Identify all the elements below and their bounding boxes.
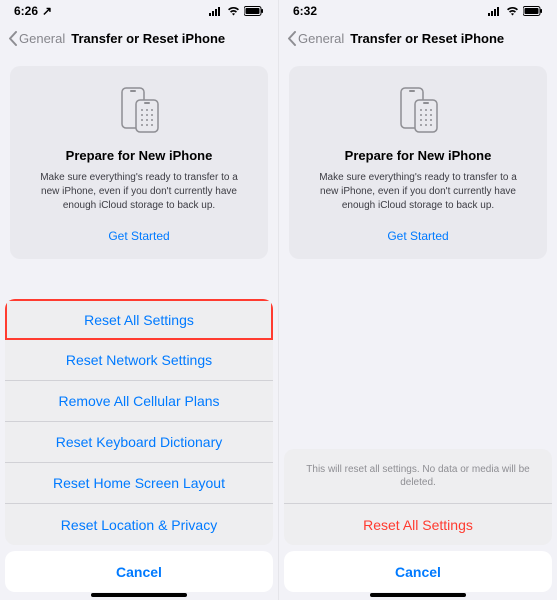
card-title: Prepare for New iPhone <box>24 148 254 163</box>
prepare-card: Prepare for New iPhone Make sure everyth… <box>289 66 547 259</box>
action-sheet: Reset All Settings Reset Network Setting… <box>5 299 273 592</box>
reset-location-option[interactable]: Reset Location & Privacy <box>5 504 273 545</box>
transfer-icon <box>303 86 533 134</box>
transfer-icon <box>24 86 254 134</box>
status-bar: 6:26 ↗ <box>0 0 278 22</box>
confirm-sheet: This will reset all settings. No data or… <box>284 449 552 592</box>
get-started-link[interactable]: Get Started <box>303 229 533 243</box>
home-indicator[interactable] <box>91 593 187 597</box>
signal-icon <box>488 6 502 16</box>
sheet-message: This will reset all settings. No data or… <box>284 449 552 504</box>
reset-all-settings-option[interactable]: Reset All Settings <box>5 299 273 340</box>
sheet-options: This will reset all settings. No data or… <box>284 449 552 545</box>
status-bar: 6:32 <box>279 0 557 22</box>
reset-network-option[interactable]: Reset Network Settings <box>5 340 273 381</box>
card-body: Make sure everything's ready to transfer… <box>24 171 254 213</box>
location-icon: ↗ <box>42 4 52 18</box>
back-label: General <box>19 31 65 46</box>
back-button[interactable]: General <box>287 31 344 46</box>
cancel-button[interactable]: Cancel <box>284 551 552 592</box>
sheet-options: Reset All Settings Reset Network Setting… <box>5 299 273 545</box>
cancel-button[interactable]: Cancel <box>5 551 273 592</box>
screenshot-right: 6:32 General Transfer or Reset iPhone <box>279 0 557 600</box>
prepare-card: Prepare for New iPhone Make sure everyth… <box>10 66 268 259</box>
wifi-icon <box>227 6 240 16</box>
nav-bar: General Transfer or Reset iPhone <box>279 22 557 54</box>
battery-icon <box>523 6 543 16</box>
remove-cellular-option[interactable]: Remove All Cellular Plans <box>5 381 273 422</box>
chevron-left-icon <box>8 31 17 46</box>
reset-keyboard-option[interactable]: Reset Keyboard Dictionary <box>5 422 273 463</box>
battery-icon <box>244 6 264 16</box>
reset-all-confirm-button[interactable]: Reset All Settings <box>284 504 552 545</box>
reset-homescreen-option[interactable]: Reset Home Screen Layout <box>5 463 273 504</box>
back-button[interactable]: General <box>8 31 65 46</box>
get-started-link[interactable]: Get Started <box>24 229 254 243</box>
wifi-icon <box>506 6 519 16</box>
card-body: Make sure everything's ready to transfer… <box>303 171 533 213</box>
back-label: General <box>298 31 344 46</box>
status-indicators <box>209 6 264 16</box>
page-title: Transfer or Reset iPhone <box>71 31 225 46</box>
card-title: Prepare for New iPhone <box>303 148 533 163</box>
signal-icon <box>209 6 223 16</box>
chevron-left-icon <box>287 31 296 46</box>
status-time: 6:32 <box>293 4 317 18</box>
status-time: 6:26 <box>14 4 38 18</box>
home-indicator[interactable] <box>370 593 466 597</box>
nav-bar: General Transfer or Reset iPhone <box>0 22 278 54</box>
page-title: Transfer or Reset iPhone <box>350 31 504 46</box>
screenshot-left: 6:26 ↗ General Transfer or Reset iPhone <box>0 0 279 600</box>
status-indicators <box>488 6 543 16</box>
